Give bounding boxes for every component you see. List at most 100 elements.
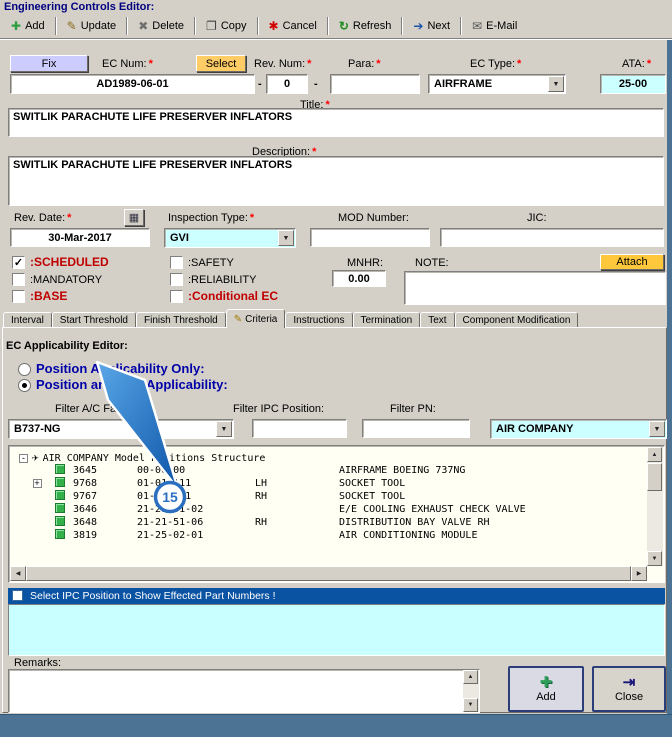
scroll-down-button[interactable]: ▼ <box>463 698 478 712</box>
tree-item-position: 01-01-111 <box>137 491 192 502</box>
position-and-part-radio[interactable] <box>18 379 31 392</box>
company-select[interactable]: AIR COMPANY ▼ <box>490 419 667 439</box>
ipc-banner-text: Select IPC Position to Show Effected Par… <box>30 590 276 602</box>
ipc-banner-checkbox[interactable] <box>12 590 23 601</box>
tree-row[interactable]: 3646 21-21-01-02 E/E COOLING EXHAUST CHECK… <box>11 503 646 516</box>
attach-button[interactable]: Attach <box>600 254 664 270</box>
filter-family-select[interactable]: B737-NG ▼ <box>8 419 234 439</box>
rev-num-label-text: Rev. Num: <box>254 58 306 70</box>
tab-finish-threshold[interactable]: Finish Threshold <box>135 312 226 328</box>
rev-num-label: Rev. Num: * <box>254 58 311 70</box>
conditional-ec-checkbox[interactable] <box>170 290 183 303</box>
remarks-textarea[interactable]: ▲ ▼ <box>8 669 480 713</box>
tab-text[interactable]: Text <box>420 312 455 328</box>
tree-item-id: 3819 <box>73 530 98 541</box>
ata-input[interactable] <box>600 74 666 94</box>
jic-label: JIC: <box>527 212 547 224</box>
toolbar-cancel-button[interactable]: ✱ Cancel <box>262 17 324 35</box>
note-label: NOTE: <box>415 257 449 269</box>
close-button[interactable]: ⇥ Close <box>592 666 666 712</box>
scrollbar-thumb[interactable] <box>26 566 631 581</box>
tree-row[interactable]: 3648 21-21-51-06 RH DISTRIBUTION BAY VALVE … <box>11 516 646 529</box>
fix-button[interactable]: Fix <box>10 55 88 72</box>
right-arrow-icon: ▶ <box>636 571 642 577</box>
collapse-box-icon[interactable]: - <box>19 454 28 463</box>
base-checkbox[interactable] <box>12 290 25 303</box>
part-cube-icon <box>55 464 65 474</box>
mod-number-input[interactable] <box>310 228 430 247</box>
ec-type-select[interactable]: AIRFRAME ▼ <box>428 74 566 94</box>
toolbar-copy-button[interactable]: ❐ Copy <box>199 17 253 35</box>
tree-gutter: + <box>19 477 55 490</box>
toolbar-divider <box>0 38 672 40</box>
mandatory-checkbox[interactable] <box>12 273 25 286</box>
scrollbar-thumb[interactable] <box>647 463 662 491</box>
position-only-radio[interactable] <box>18 363 31 376</box>
scroll-up-button[interactable]: ▲ <box>463 670 478 684</box>
mnhr-input[interactable] <box>332 270 386 287</box>
scheduled-checkbox[interactable]: ✓ <box>12 256 25 269</box>
tree-vertical-scrollbar[interactable]: ▲ ▼ <box>647 447 663 566</box>
toolbar-separator <box>54 16 57 35</box>
toolbar-next-label: Next <box>427 19 451 32</box>
inspection-type-label: Inspection Type: * <box>168 212 254 224</box>
safety-label: :SAFETY <box>188 257 234 269</box>
dash-separator: - <box>258 78 262 90</box>
expand-box-icon[interactable]: + <box>32 479 42 488</box>
tree-item-position: 01-01-111 <box>137 478 192 489</box>
part-cube-icon <box>55 490 65 500</box>
tree-row[interactable]: 3819 21-25-02-01 AIR CONDITIONING MODULE <box>11 529 646 542</box>
toolbar-email-button[interactable]: ✉ E-Mail <box>465 17 524 35</box>
toolbar-next-button[interactable]: ➔ Next <box>406 17 457 35</box>
scroll-down-button[interactable]: ▼ <box>647 551 662 566</box>
tab-interval[interactable]: Interval <box>3 312 52 328</box>
tree-content: - ✈ AIR COMPANY Model Positions Structure … <box>11 448 646 565</box>
inspection-type-select[interactable]: GVI ▼ <box>164 228 296 248</box>
select-button[interactable]: Select <box>196 55 246 72</box>
add-button[interactable]: ✚ Add <box>508 666 584 712</box>
tree-item-position: 00-00-00 <box>137 465 186 476</box>
scheduled-label: :SCHEDULED <box>30 255 109 269</box>
chevron-down-icon[interactable]: ▼ <box>216 421 232 437</box>
jic-input[interactable] <box>440 228 664 247</box>
tree-horizontal-scrollbar[interactable]: ◀ ▶ <box>10 566 647 581</box>
scroll-left-button[interactable]: ◀ <box>10 566 26 581</box>
reliability-checkbox[interactable] <box>170 273 183 286</box>
toolbar-add-button[interactable]: ✚ Add <box>4 17 52 35</box>
safety-checkbox[interactable] <box>170 256 183 269</box>
filter-pn-input[interactable] <box>362 419 470 438</box>
note-textarea[interactable] <box>404 271 666 305</box>
tree-row[interactable]: +9768 01-01-111 LH SOCKET TOOL <box>11 477 646 490</box>
toolbar-refresh-button[interactable]: ↻ Refresh <box>332 17 399 35</box>
ec-num-input[interactable] <box>10 74 255 94</box>
title-input[interactable]: SWITLIK PARACHUTE LIFE PRESERVER INFLATO… <box>8 108 664 137</box>
tab-criteria[interactable]: ✎ Criteria <box>225 309 286 328</box>
toolbar-update-button[interactable]: ✎ Update <box>60 17 124 35</box>
tab-instructions[interactable]: Instructions <box>285 312 353 328</box>
tree-row[interactable]: 3645 00-00-00 AIRFRAME BOEING 737NG <box>11 464 646 477</box>
cancel-icon: ✱ <box>268 18 279 33</box>
calendar-button[interactable]: ▦ <box>124 209 144 226</box>
tree-row[interactable]: 9767 01-01-111 RH SOCKET TOOL <box>11 490 646 503</box>
tree-item-id: 3648 <box>73 517 98 528</box>
tab-component-modification[interactable]: Component Modification <box>454 312 579 328</box>
ec-num-label: EC Num: * <box>102 58 153 70</box>
tab-start-threshold[interactable]: Start Threshold <box>51 312 136 328</box>
tab-termination[interactable]: Termination <box>352 312 421 328</box>
tree-item-description: DISTRIBUTION BAY VALVE RH <box>339 517 490 528</box>
chevron-down-icon[interactable]: ▼ <box>548 76 564 92</box>
chevron-down-icon[interactable]: ▼ <box>278 230 294 246</box>
down-arrow-icon: ▼ <box>467 702 474 708</box>
description-input[interactable]: SWITLIK PARACHUTE LIFE PRESERVER INFLATO… <box>8 156 664 206</box>
para-input[interactable] <box>330 74 420 94</box>
scroll-up-button[interactable]: ▲ <box>647 447 662 462</box>
scroll-right-button[interactable]: ▶ <box>631 566 647 581</box>
tree-root-row[interactable]: - ✈ AIR COMPANY Model Positions Structure <box>11 451 646 464</box>
filter-ipc-input[interactable] <box>252 419 347 438</box>
toolbar-delete-button[interactable]: ✖ Delete <box>131 17 191 35</box>
chevron-down-icon[interactable]: ▼ <box>649 421 665 437</box>
toolbar-separator <box>256 16 259 35</box>
rev-date-input[interactable] <box>10 228 150 247</box>
rev-num-input[interactable] <box>266 74 308 94</box>
remarks-scrollbar[interactable]: ▲ ▼ <box>463 670 479 712</box>
